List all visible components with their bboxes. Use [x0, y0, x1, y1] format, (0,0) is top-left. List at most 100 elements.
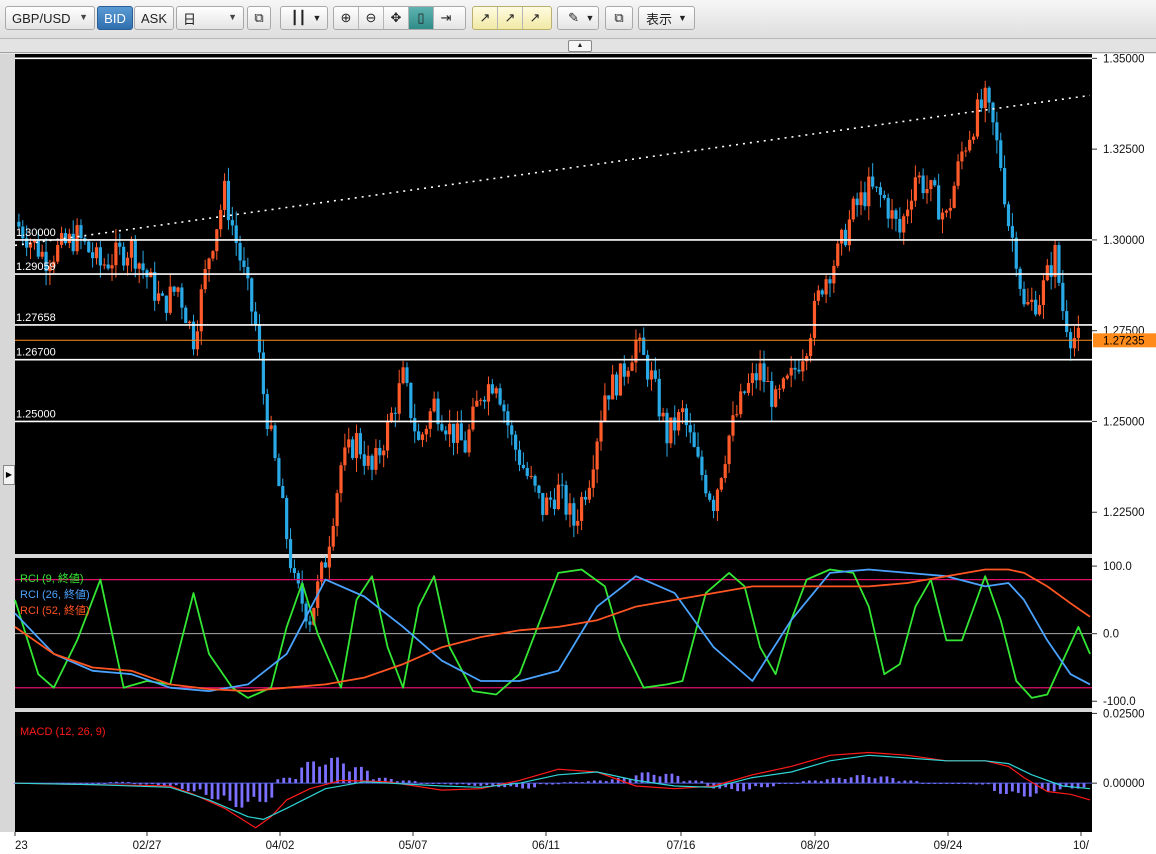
candle-up: [960, 151, 964, 162]
time-tick-label: 07/16: [667, 840, 696, 852]
bid-button[interactable]: BID: [97, 6, 133, 30]
time-tick-label: 02/27: [133, 840, 162, 852]
macd-histogram-bar: [288, 777, 292, 784]
candle-up: [401, 367, 405, 384]
candle-up: [956, 161, 960, 186]
candle-up: [929, 180, 933, 190]
candle-up: [630, 362, 634, 371]
macd-histogram-bar: [1016, 783, 1020, 793]
price-panel[interactable]: [15, 54, 1092, 554]
candle-down: [281, 486, 285, 498]
macd-histogram-bar: [861, 775, 865, 784]
candle-down: [459, 423, 463, 441]
macd-tick-label: 0.00000: [1103, 778, 1145, 790]
candle-up: [1076, 327, 1080, 339]
macd-histogram-bar: [837, 777, 841, 784]
candle-up: [432, 398, 436, 412]
scroll-end-icon[interactable]: ⇥: [434, 7, 458, 29]
candle-down: [999, 140, 1003, 169]
candle-up: [739, 391, 743, 415]
macd-tick-label: 0.02500: [1103, 708, 1145, 720]
candle-down: [878, 187, 883, 195]
candle-up: [327, 546, 331, 568]
chart-type-button[interactable]: ┃┃ ▼: [280, 6, 328, 30]
candle-down: [106, 264, 110, 269]
macd-histogram-bar: [282, 777, 286, 784]
candle-up: [219, 209, 223, 230]
candle-up: [568, 503, 572, 515]
candle-up: [486, 384, 491, 402]
macd-histogram-bar: [1046, 783, 1050, 792]
candle-down: [490, 384, 494, 394]
candle-down: [797, 369, 801, 372]
candle-down: [863, 192, 867, 207]
candle-up: [766, 380, 770, 382]
macd-histogram-bar: [813, 780, 817, 784]
candle-down: [98, 247, 102, 266]
rci-tick-label: -100.0: [1103, 696, 1136, 708]
indicator-list-icon[interactable]: ↗: [498, 7, 523, 29]
candle-down: [254, 311, 258, 326]
zoom-in-icon[interactable]: ⊕: [334, 7, 359, 29]
macd-histogram-bar: [449, 783, 453, 785]
candle-up: [859, 192, 863, 206]
display-menu-button[interactable]: 表示 ▼: [638, 6, 695, 30]
candle-up: [774, 389, 778, 407]
panel-icon[interactable]: ▯: [409, 7, 434, 29]
macd-histogram-bar: [150, 783, 154, 785]
candle-down: [711, 499, 716, 512]
macd-histogram-bar: [133, 783, 136, 785]
timeframe-select[interactable]: 日 ▼: [176, 6, 244, 30]
candle-up: [397, 383, 401, 414]
macd-histogram-bar: [981, 783, 984, 785]
chart-area[interactable]: 1.30000 1.29059 1.27658 1.26700 1.25000 RCI …: [0, 54, 1156, 854]
macd-histogram-bar: [933, 783, 937, 784]
symbol-select[interactable]: GBP/USD ▼: [5, 6, 95, 30]
macd-histogram-bar: [915, 781, 919, 784]
candle-up: [661, 412, 665, 417]
candle-up: [801, 361, 805, 372]
macd-histogram-bar: [318, 766, 321, 784]
level-label: 1.26700: [16, 347, 56, 359]
collapse-up-icon[interactable]: ▲: [568, 40, 592, 52]
candle-down: [409, 382, 413, 419]
fit-icon[interactable]: ✥: [384, 7, 409, 29]
macd-histogram-bar: [903, 780, 907, 784]
candle-up: [1045, 265, 1049, 281]
macd-histogram-bar: [688, 780, 692, 784]
macd-histogram-bar: [228, 783, 232, 801]
macd-histogram-bar: [306, 761, 310, 784]
draw-button[interactable]: ✎ ▼: [557, 6, 599, 30]
indicator-add-icon[interactable]: ↗: [473, 7, 498, 29]
macd-histogram-bar: [551, 783, 554, 785]
indicator-settings-icon[interactable]: ↗: [523, 7, 547, 29]
macd-histogram-bar: [198, 783, 202, 790]
macd-histogram-bar: [975, 783, 978, 785]
expand-side-icon[interactable]: ▶: [3, 465, 15, 485]
candle-up: [420, 434, 425, 440]
candle-down: [1057, 245, 1061, 283]
macd-histogram-bar: [801, 781, 805, 784]
popout-button[interactable]: ⧉: [605, 6, 633, 30]
candle-up: [758, 363, 762, 381]
candle-up: [789, 367, 793, 376]
candle-down: [607, 395, 611, 400]
candle-up: [168, 286, 172, 313]
macd-panel[interactable]: [15, 712, 1092, 832]
candle-up: [746, 382, 751, 393]
macd-histogram-bar: [957, 783, 961, 784]
popout-icon: ⧉: [614, 10, 624, 25]
candle-up: [389, 412, 394, 422]
rci-tick-label: 0.0: [1103, 629, 1119, 641]
macd-histogram-bar: [109, 782, 112, 784]
ask-button[interactable]: ASK: [134, 6, 174, 30]
candle-down: [700, 456, 704, 476]
zoom-out-icon[interactable]: ⊖: [359, 7, 384, 29]
compare-button[interactable]: ⧉: [247, 6, 271, 30]
macd-histogram-bar: [969, 783, 972, 785]
macd-histogram-bar: [139, 783, 142, 785]
macd-histogram-bar: [1022, 783, 1026, 797]
macd-histogram-bar: [921, 783, 925, 784]
candle-up: [129, 240, 134, 258]
macd-histogram-bar: [891, 777, 895, 784]
